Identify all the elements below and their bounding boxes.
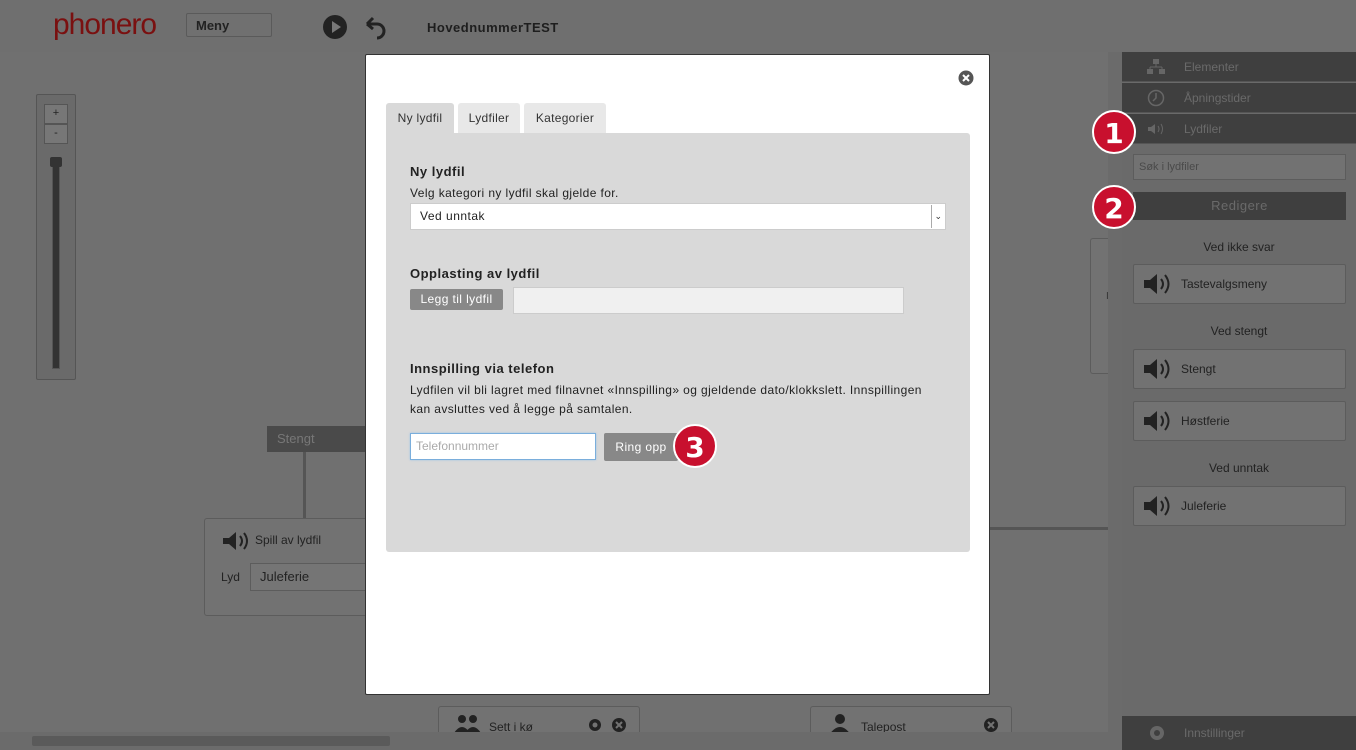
group-label: Ved stengt [1210, 324, 1268, 338]
stengt-node[interactable]: Stengt [267, 426, 367, 452]
connector-line [303, 452, 306, 518]
phone-number-input[interactable]: Telefonnummer [410, 433, 596, 460]
horizontal-scroll-thumb[interactable] [32, 736, 390, 746]
section-text-line: Lydfilen vil bli lagret med filnavnet «I… [410, 383, 922, 397]
section-text: Velg kategori ny lydfil skal gjelde for. [410, 186, 619, 200]
call-button[interactable]: Ring opp [604, 433, 678, 461]
section-heading: Ny lydfil [410, 164, 466, 179]
group-label: Ved ikke svar [1203, 240, 1275, 254]
undo-icon[interactable] [361, 14, 387, 40]
section-heading: Innspilling via telefon [410, 361, 555, 376]
horizontal-scrollbar[interactable] [0, 732, 1122, 750]
sound-search-input[interactable]: Søk i lydfiler [1133, 154, 1346, 180]
connector-line-right [990, 527, 1108, 530]
sidebar: Elementer Åpningstider Lydfiler Søk i ly… [1122, 52, 1356, 750]
zoom-slider-track[interactable] [52, 157, 60, 369]
category-select[interactable]: Ved unntak ⌄ [410, 203, 946, 230]
chevron-down-icon: ⌄ [931, 205, 945, 228]
menu-button[interactable]: Meny [186, 13, 272, 37]
group-label: Ved unntak [1208, 461, 1270, 475]
speaker-icon [1144, 359, 1170, 379]
sound-file-label: Stengt [1181, 362, 1216, 376]
zoom-in-button[interactable]: + [44, 104, 68, 124]
sound-file-card[interactable]: Juleferie [1133, 486, 1346, 526]
tab-panel: Ny lydfil Velg kategori ny lydfil skal g… [386, 133, 970, 552]
sidebar-item-label: Åpningstider [1184, 91, 1251, 105]
add-sound-file-button[interactable]: Legg til lydfil [410, 289, 503, 310]
tab-ny-lydfil[interactable]: Ny lydfil [386, 103, 454, 133]
speaker-icon [1144, 274, 1170, 294]
elements-icon [1147, 59, 1165, 74]
sound-select[interactable]: Juleferie [250, 563, 370, 591]
gear-icon [1150, 726, 1164, 740]
file-name-field [513, 287, 904, 314]
speaker-icon [1144, 496, 1170, 516]
sound-file-label: Juleferie [1181, 499, 1227, 513]
sound-file-card[interactable]: Stengt [1133, 349, 1346, 389]
top-bar: phonero Meny HovednummerTEST [0, 0, 1356, 52]
section-text-line: kan avsluttes ved å legge på samtalen. [410, 402, 633, 416]
edit-button[interactable]: Redigere [1133, 192, 1346, 220]
vertical-scrollbar[interactable] [1108, 52, 1122, 732]
zoom-control: + - [36, 94, 76, 380]
tab-lydfiler[interactable]: Lydfiler [458, 103, 520, 133]
play-sound-node[interactable]: Spill av lydfil Lyd Juleferie [204, 518, 376, 616]
annotation-badge-3: 3 [673, 424, 717, 468]
zoom-out-button[interactable]: - [44, 124, 68, 144]
sound-file-card[interactable]: Tastevalgsmeny [1133, 264, 1346, 304]
speaker-icon [1144, 411, 1170, 431]
settings-label: Innstillinger [1184, 726, 1245, 740]
sound-file-label: Høstferie [1181, 414, 1230, 428]
gear-icon[interactable] [587, 717, 603, 733]
node-title: Spill av lydfil [255, 533, 322, 547]
sidebar-item-lydfiler[interactable]: Lydfiler [1122, 114, 1356, 144]
section-text: Lydfilen vil bli lagret med filnavnet «I… [410, 381, 922, 419]
sidebar-item-apningstider[interactable]: Åpningstider [1122, 83, 1356, 113]
flow-title: HovednummerTEST [427, 20, 559, 35]
new-sound-modal: Ny lydfil Lydfiler Kategorier Ny lydfil … [365, 54, 990, 695]
tab-kategorier[interactable]: Kategorier [524, 103, 606, 133]
node-field-label: Lyd [221, 570, 240, 584]
annotation-badge-2: 2 [1092, 185, 1136, 229]
sidebar-item-label: Elementer [1184, 60, 1239, 74]
play-icon[interactable] [322, 14, 348, 40]
sidebar-item-elementer[interactable]: Elementer [1122, 52, 1356, 82]
close-icon[interactable] [983, 717, 999, 733]
section-heading: Opplasting av lydfil [410, 266, 540, 281]
clock-icon [1147, 89, 1165, 107]
speaker-icon [223, 532, 248, 550]
close-icon[interactable] [958, 70, 974, 86]
zoom-slider-handle[interactable] [50, 157, 62, 167]
settings-button[interactable]: Innstillinger [1122, 716, 1356, 750]
close-icon[interactable] [611, 717, 627, 733]
sidebar-item-label: Lydfiler [1184, 122, 1223, 136]
phonero-logo: phonero [53, 8, 157, 41]
category-select-value: Ved unntak [420, 209, 486, 223]
sound-file-card[interactable]: Høstferie [1133, 401, 1346, 441]
sound-file-label: Tastevalgsmeny [1181, 277, 1268, 291]
annotation-badge-1: 1 [1092, 110, 1136, 154]
speaker-icon [1148, 123, 1163, 135]
